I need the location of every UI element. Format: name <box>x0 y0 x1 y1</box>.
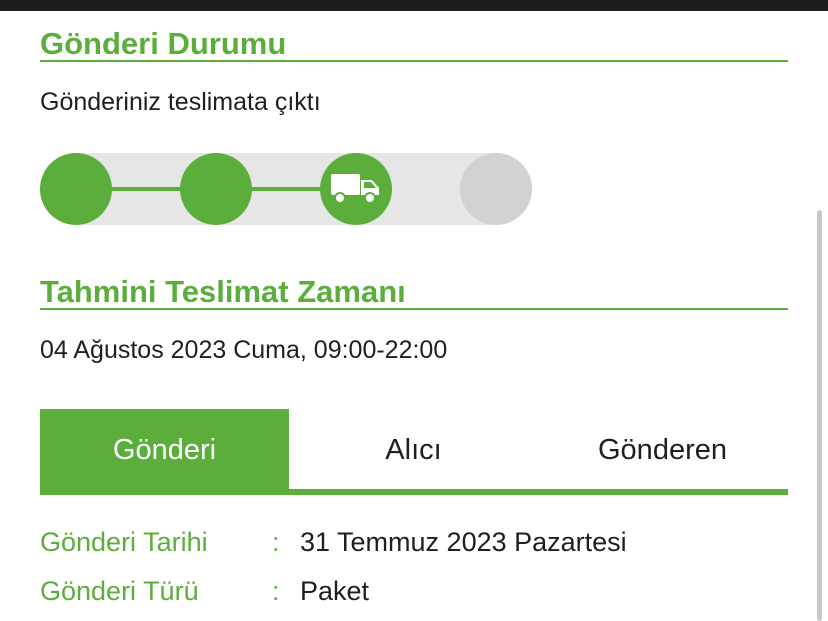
progress-connector-1 <box>112 187 180 191</box>
delivery-truck-icon <box>331 174 379 204</box>
progress-connector-2 <box>252 187 320 191</box>
progress-step-4-pending <box>460 153 532 225</box>
tab-sender[interactable]: Gönderen <box>538 409 787 489</box>
progress-step-2-complete <box>180 153 252 225</box>
shipment-status-title: Gönderi Durumu <box>40 27 788 62</box>
shipment-type-value: Paket <box>300 576 370 606</box>
top-status-bar <box>0 0 828 11</box>
estimated-delivery-title: Tahmini Teslimat Zamanı <box>40 275 788 310</box>
tab-shipment[interactable]: Gönderi <box>40 409 289 489</box>
scrollbar[interactable] <box>817 210 822 621</box>
shipment-status-text: Gönderiniz teslimata çıktı <box>40 88 321 116</box>
tab-underline <box>40 489 788 495</box>
shipment-type-label: Gönderi Türü <box>40 576 199 606</box>
shipment-date-row: Gönderi Tarihi : 31 Temmuz 2023 Pazartes… <box>40 522 788 562</box>
shipment-date-value: 31 Temmuz 2023 Pazartesi <box>300 527 627 557</box>
progress-step-1-complete <box>40 153 112 225</box>
estimated-delivery-time: 04 Ağustos 2023 Cuma, 09:00-22:00 <box>40 336 448 364</box>
shipment-type-row: Gönderi Türü : Paket <box>40 571 788 611</box>
shipment-date-label: Gönderi Tarihi <box>40 527 208 557</box>
tab-recipient[interactable]: Alıcı <box>289 409 538 489</box>
shipment-date-separator: : <box>272 527 280 557</box>
detail-tabs: Gönderi Alıcı Gönderen <box>40 409 788 495</box>
progress-step-3-current <box>320 153 392 225</box>
delivery-progress-tracker <box>40 153 532 225</box>
shipment-type-separator: : <box>272 576 280 606</box>
